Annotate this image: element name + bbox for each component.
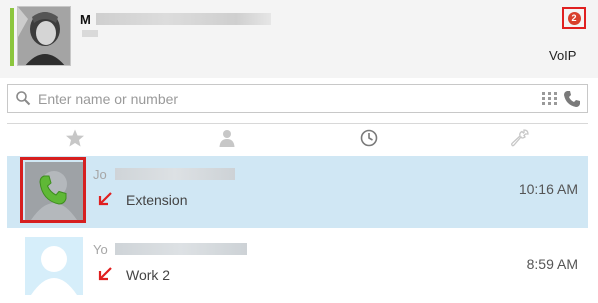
person-icon[interactable]: [217, 128, 237, 148]
missed-call-arrow-icon: [98, 192, 112, 206]
redacted-profile-name: [96, 13, 271, 25]
search-input[interactable]: [38, 89, 518, 109]
call-history-row[interactable]: Jo Extension 10:16 AM: [7, 156, 588, 228]
notification-highlight[interactable]: 2: [562, 7, 586, 29]
profile-header: M 2 VoIP: [0, 0, 598, 78]
call-type-label: Extension: [126, 192, 188, 208]
account-label: VoIP: [549, 48, 577, 63]
notification-badge[interactable]: 2: [567, 11, 581, 25]
call-time: 8:59 AM: [526, 256, 578, 272]
redacted-profile-detail: [82, 30, 98, 37]
redacted-contact-name: [115, 243, 247, 255]
call-time: 10:16 AM: [518, 181, 578, 197]
search-bar[interactable]: [7, 84, 588, 113]
profile-avatar[interactable]: [17, 6, 71, 66]
contact-name: Jo: [93, 167, 107, 182]
default-person-avatar-icon: [25, 237, 83, 295]
phone-icon[interactable]: [562, 89, 582, 109]
contact-avatar: [25, 237, 83, 295]
call-history-list: Jo Extension 10:16 AM Yo Work 2 8:59 AM: [7, 156, 588, 303]
tab-bar: [7, 123, 588, 156]
presence-status-bar: [10, 8, 14, 66]
search-icon: [16, 91, 31, 106]
missed-call-arrow-icon: [98, 267, 112, 281]
clock-icon[interactable]: [359, 128, 379, 148]
redacted-contact-name: [115, 168, 235, 180]
avatar-highlight: [20, 157, 86, 223]
contact-name: Yo: [93, 242, 108, 257]
star-icon[interactable]: [65, 128, 85, 148]
call-type-label: Work 2: [126, 267, 171, 283]
profile-name: M: [80, 12, 91, 27]
dialpad-icon[interactable]: [541, 91, 559, 107]
wrench-icon[interactable]: [510, 128, 530, 148]
profile-photo-icon: [18, 7, 70, 65]
call-history-row[interactable]: Yo Work 2 8:59 AM: [7, 231, 588, 303]
